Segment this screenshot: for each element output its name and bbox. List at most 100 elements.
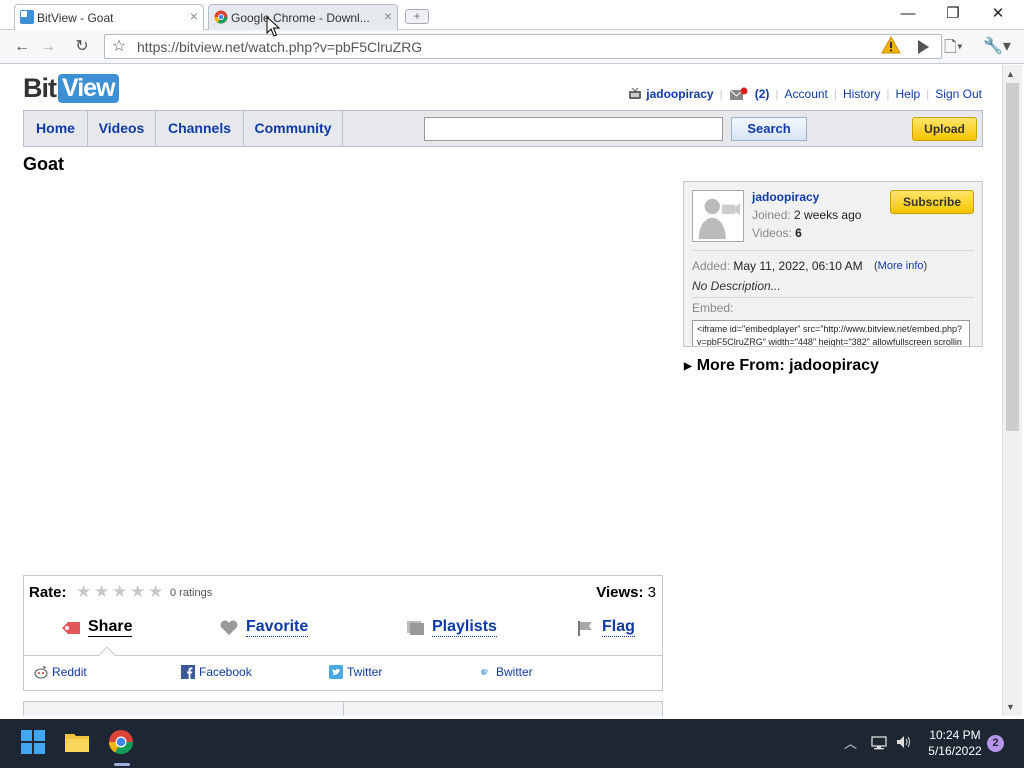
star-icon[interactable]: ★ — [130, 582, 148, 602]
mail-icon[interactable] — [729, 87, 749, 101]
reddit-icon — [34, 666, 48, 679]
tab-close-icon[interactable]: × — [384, 8, 392, 24]
share-facebook-link[interactable]: Facebook — [181, 665, 252, 679]
warning-icon[interactable] — [881, 36, 901, 54]
network-icon[interactable] — [870, 735, 888, 751]
main-nav: Home Videos Channels Community Search Up… — [23, 110, 983, 147]
vertical-scrollbar[interactable]: ▲ ▼ — [1002, 65, 1022, 716]
share-twitter-link[interactable]: Twitter — [329, 665, 382, 679]
embed-label: Embed: — [692, 301, 734, 315]
chevron-up-icon[interactable]: ︿ — [844, 733, 857, 752]
nav-home[interactable]: Home — [24, 111, 88, 146]
star-icon[interactable]: ★ — [76, 582, 94, 602]
forward-arrow-icon[interactable]: → — [36, 35, 60, 59]
scroll-down-icon[interactable]: ▼ — [1006, 702, 1015, 712]
tab-close-icon[interactable]: × — [190, 8, 198, 24]
divider — [692, 250, 974, 251]
more-from-toggle[interactable]: ▶ More From: jadoopiracy — [684, 357, 879, 375]
video-description: No Description... — [692, 279, 781, 293]
playlists-button[interactable]: Playlists — [404, 618, 497, 637]
address-bar[interactable]: ☆ https://bitview.net/watch.php?v=pbF5Cl… — [104, 34, 942, 59]
rate-label: Rate: — [29, 584, 67, 601]
reload-icon[interactable]: ↻ — [70, 35, 94, 59]
back-arrow-icon[interactable]: ← — [10, 35, 34, 59]
more-info: (More info) — [874, 260, 928, 272]
share-reddit-link[interactable]: Reddit — [34, 665, 87, 679]
logo-text-view: View — [58, 73, 119, 103]
file-explorer-icon[interactable] — [62, 727, 92, 757]
star-icon[interactable]: ★ — [112, 582, 130, 602]
added-date: Added: May 11, 2022, 06:10 AM — [692, 259, 863, 273]
views-count: Views: 3 — [596, 584, 656, 601]
tv-icon — [629, 88, 642, 99]
logo-text-bit: Bit — [23, 72, 57, 103]
flag-button[interactable]: Flag — [574, 618, 635, 637]
tab-title: Google Chrome - Downl... — [231, 10, 370, 25]
rating-panel: Rate: ★ ★ ★ ★ ★ 0 ratings Views: 3 Share… — [23, 575, 663, 691]
page-menu-icon[interactable]: 🗋▾ — [944, 36, 974, 58]
bitview-logo[interactable]: Bit View — [23, 72, 119, 104]
nav-videos[interactable]: Videos — [88, 111, 156, 146]
taskbar: ︿ 10:24 PM 5/16/2022 2 — [0, 719, 1024, 768]
star-icon[interactable]: ★ — [148, 582, 166, 602]
avatar[interactable] — [692, 190, 744, 242]
mail-count[interactable]: (2) — [755, 87, 770, 101]
wrench-icon[interactable]: 🔧▾ — [983, 36, 1015, 58]
share-tag-icon — [62, 621, 80, 634]
share-bwitter-link[interactable]: Bwitter — [478, 665, 533, 679]
clock-date: 5/16/2022 — [928, 744, 982, 758]
new-tab-button[interactable]: + — [405, 9, 429, 24]
more-info-link[interactable]: More info — [878, 260, 924, 272]
search-button[interactable]: Search — [731, 117, 807, 141]
windows-start-icon[interactable] — [18, 727, 48, 757]
subscribe-button[interactable]: Subscribe — [890, 190, 974, 214]
tab-title: BitView - Goat — [37, 10, 114, 25]
help-link[interactable]: Help — [895, 87, 920, 101]
star-icon[interactable]: ☆ — [107, 35, 131, 59]
scroll-thumb[interactable] — [1006, 83, 1019, 431]
star-icon[interactable]: ★ — [94, 582, 112, 602]
bwitter-icon — [481, 669, 488, 675]
playlist-icon — [407, 620, 424, 635]
star-rating[interactable]: ★ ★ ★ ★ ★ — [76, 582, 166, 602]
heart-icon — [220, 620, 238, 635]
channel-name-link[interactable]: jadoopiracy — [752, 190, 819, 204]
minimize-icon[interactable]: — — [888, 3, 928, 25]
browser-toolbar: ← → ↻ ☆ https://bitview.net/watch.php?v=… — [0, 30, 1024, 64]
tab-bitview-goat[interactable]: BitView - Goat × — [14, 4, 204, 30]
embed-code-field[interactable]: <iframe id="embedplayer" src="http://www… — [692, 320, 970, 346]
share-divider — [24, 655, 662, 656]
play-icon[interactable] — [913, 37, 933, 57]
close-icon[interactable]: ✕ — [978, 3, 1018, 25]
notification-badge[interactable]: 2 — [987, 735, 1004, 752]
triangle-right-icon: ▶ — [684, 360, 692, 372]
sign-out-link[interactable]: Sign Out — [935, 87, 982, 101]
nav-channels[interactable]: Channels — [156, 111, 244, 146]
share-button[interactable]: Share — [60, 618, 133, 637]
active-app-indicator — [114, 763, 130, 766]
system-clock[interactable]: 10:24 PM 5/16/2022 — [920, 727, 990, 759]
maximize-icon[interactable]: ❐ — [933, 3, 973, 25]
mouse-cursor-icon — [266, 16, 280, 37]
facebook-icon — [181, 665, 195, 679]
user-bar: jadoopiracy | (2) | Account | History | … — [628, 87, 982, 101]
divider — [692, 297, 974, 298]
tab-chrome-download[interactable]: Google Chrome - Downl... × — [208, 4, 398, 30]
account-link[interactable]: Account — [785, 87, 828, 101]
views-value: 3 — [647, 584, 656, 601]
search-input[interactable] — [424, 117, 723, 141]
username-link[interactable]: jadoopiracy — [646, 87, 713, 101]
ratings-count: 0 ratings — [170, 587, 213, 599]
comments-tabs-header — [23, 701, 663, 716]
url-text[interactable]: https://bitview.net/watch.php?v=pbF5Clru… — [137, 39, 422, 55]
channel-info-box: jadoopiracy Joined: 2 weeks ago Videos: … — [683, 181, 983, 347]
upload-button[interactable]: Upload — [912, 117, 977, 141]
volume-icon[interactable] — [895, 734, 913, 750]
history-link[interactable]: History — [843, 87, 880, 101]
scroll-up-icon[interactable]: ▲ — [1006, 69, 1015, 79]
chrome-icon[interactable] — [106, 727, 136, 757]
channel-joined: Joined: 2 weeks ago — [752, 208, 862, 222]
chrome-favicon-icon — [214, 10, 228, 24]
nav-community[interactable]: Community — [244, 111, 343, 146]
favorite-button[interactable]: Favorite — [218, 618, 309, 637]
